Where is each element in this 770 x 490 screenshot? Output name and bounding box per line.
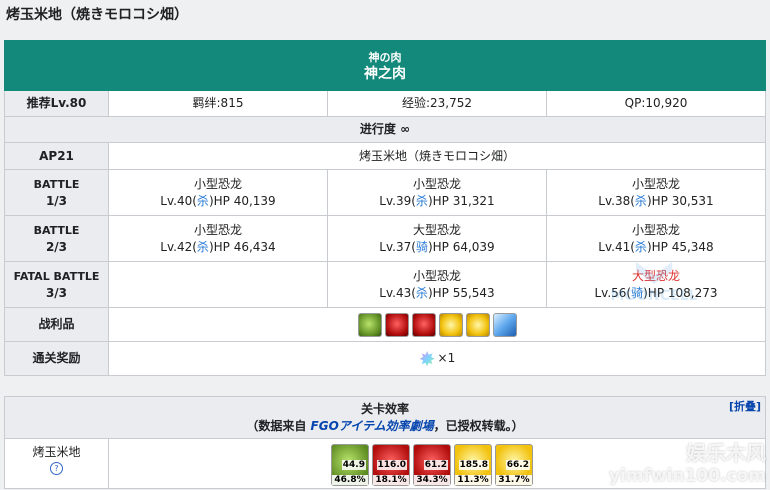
- boss-enemy-name: 大型恐龙: [631, 268, 680, 283]
- battle-label: BATTLE: [33, 177, 80, 191]
- efficiency-title: 关卡效率: [360, 401, 409, 416]
- site-watermark: 娱乐木风 yimfwin100.com: [608, 441, 766, 486]
- fold-link[interactable]: [折叠]: [729, 398, 761, 415]
- red-gem-icon[interactable]: [411, 312, 436, 337]
- reward-label: 通关奖励: [4, 341, 109, 376]
- quest-header: 神の肉 神之肉: [4, 40, 766, 91]
- enemy-name: 小型恐龙: [193, 176, 242, 191]
- enemy-cell[interactable]: 小型恐龙 Lv.41(杀)HP 45,348: [546, 215, 766, 262]
- rec-level: 推荐Lv.80: [4, 90, 109, 117]
- green-seed-icon[interactable]: [357, 312, 382, 337]
- quest-subtitle: 神の肉: [368, 50, 402, 64]
- enemy-class: 杀: [415, 285, 428, 300]
- drops-list: [109, 312, 765, 337]
- enemy-cell[interactable]: 小型恐龙 Lv.38(杀)HP 30,531: [546, 169, 766, 216]
- enemy-cell[interactable]: 大型恐龙 Lv.37(骑)HP 64,039: [327, 215, 547, 262]
- battle-row: BATTLE 2/3 小型恐龙 Lv.42(杀)HP 46,434 大型恐龙 Lv.…: [4, 215, 766, 262]
- battle-row: FATAL BATTLE 3/3 小型恐龙 Lv.43(杀)HP 55,543 大…: [4, 261, 766, 308]
- page-title: 烤玉米地（焼きモロコシ畑）: [6, 7, 188, 23]
- efficiency-item[interactable]: 185.8 11.3%: [454, 444, 492, 486]
- exp-value: 经验:23,752: [327, 90, 547, 117]
- enemy-name: 大型恐龙: [412, 222, 461, 237]
- efficiency-item[interactable]: 61.2 34.3%: [413, 444, 451, 486]
- battle-number: 2/3: [45, 239, 68, 254]
- source-link[interactable]: FGOアイテム効率劇場: [311, 419, 434, 433]
- enemy-class: 杀: [634, 193, 647, 208]
- enemy-name: 小型恐龙: [631, 176, 680, 191]
- quest-location: 烤玉米地（焼きモロコシ畑）: [108, 142, 766, 170]
- enemy-cell[interactable]: 小型恐龙 Lv.43(杀)HP 55,543: [327, 261, 547, 308]
- battle-number: 3/3: [45, 285, 68, 300]
- battle-label: BATTLE: [33, 223, 80, 237]
- enemy-cell-empty: [108, 261, 328, 308]
- battle-label: FATAL BATTLE: [13, 269, 100, 283]
- qp-value: QP:10,920: [546, 90, 766, 117]
- quest-table: 神の肉 神之肉 推荐Lv.80 羁绊:815 经验:23,752 QP:10,9…: [4, 40, 766, 376]
- enemy-cell[interactable]: 小型恐龙 Lv.40(杀)HP 40,139: [108, 169, 328, 216]
- help-icon[interactable]: ?: [50, 462, 63, 475]
- efficiency-item[interactable]: 44.9 46.8%: [331, 444, 369, 486]
- enemy-class: 杀: [415, 193, 428, 208]
- gold-piece-icon[interactable]: [438, 312, 463, 337]
- quest-title: 神之肉: [364, 65, 406, 82]
- battle-number: 1/3: [45, 193, 68, 208]
- enemy-class: 杀: [196, 193, 209, 208]
- drops-label: 战利品: [4, 307, 109, 342]
- ap-cost: AP21: [4, 142, 109, 170]
- efficiency-item[interactable]: 66.2 31.7%: [495, 444, 533, 486]
- enemy-class: 骑: [631, 285, 644, 300]
- saint-quartz-icon[interactable]: ✸: [419, 349, 436, 369]
- enemy-class: 骑: [415, 239, 428, 254]
- enemy-class: 杀: [634, 239, 647, 254]
- reward-count: ×1: [437, 351, 456, 365]
- enemy-name: 小型恐龙: [412, 268, 461, 283]
- blue-crystal-icon[interactable]: [492, 312, 517, 337]
- progress: 进行度 ∞: [4, 116, 766, 143]
- enemy-cell-boss[interactable]: 大型恐龙 Lv.56(骑)HP 108,273: [546, 261, 766, 308]
- enemy-cell[interactable]: 小型恐龙 Lv.42(杀)HP 46,434: [108, 215, 328, 262]
- enemy-cell[interactable]: 小型恐龙 Lv.39(杀)HP 31,321: [327, 169, 547, 216]
- efficiency-item[interactable]: 116.0 18.1%: [372, 444, 410, 486]
- enemy-name: 小型恐龙: [193, 222, 242, 237]
- enemy-class: 杀: [196, 239, 209, 254]
- gold-monument-icon[interactable]: [465, 312, 490, 337]
- red-fang-icon[interactable]: [384, 312, 409, 337]
- enemy-name: 小型恐龙: [412, 176, 461, 191]
- enemy-name: 小型恐龙: [631, 222, 680, 237]
- battle-row: BATTLE 1/3 小型恐龙 Lv.40(杀)HP 40,139 小型恐龙 Lv.…: [4, 169, 766, 216]
- efficiency-row-label: 烤玉米地: [32, 445, 81, 459]
- bond-value: 羁绊:815: [108, 90, 328, 117]
